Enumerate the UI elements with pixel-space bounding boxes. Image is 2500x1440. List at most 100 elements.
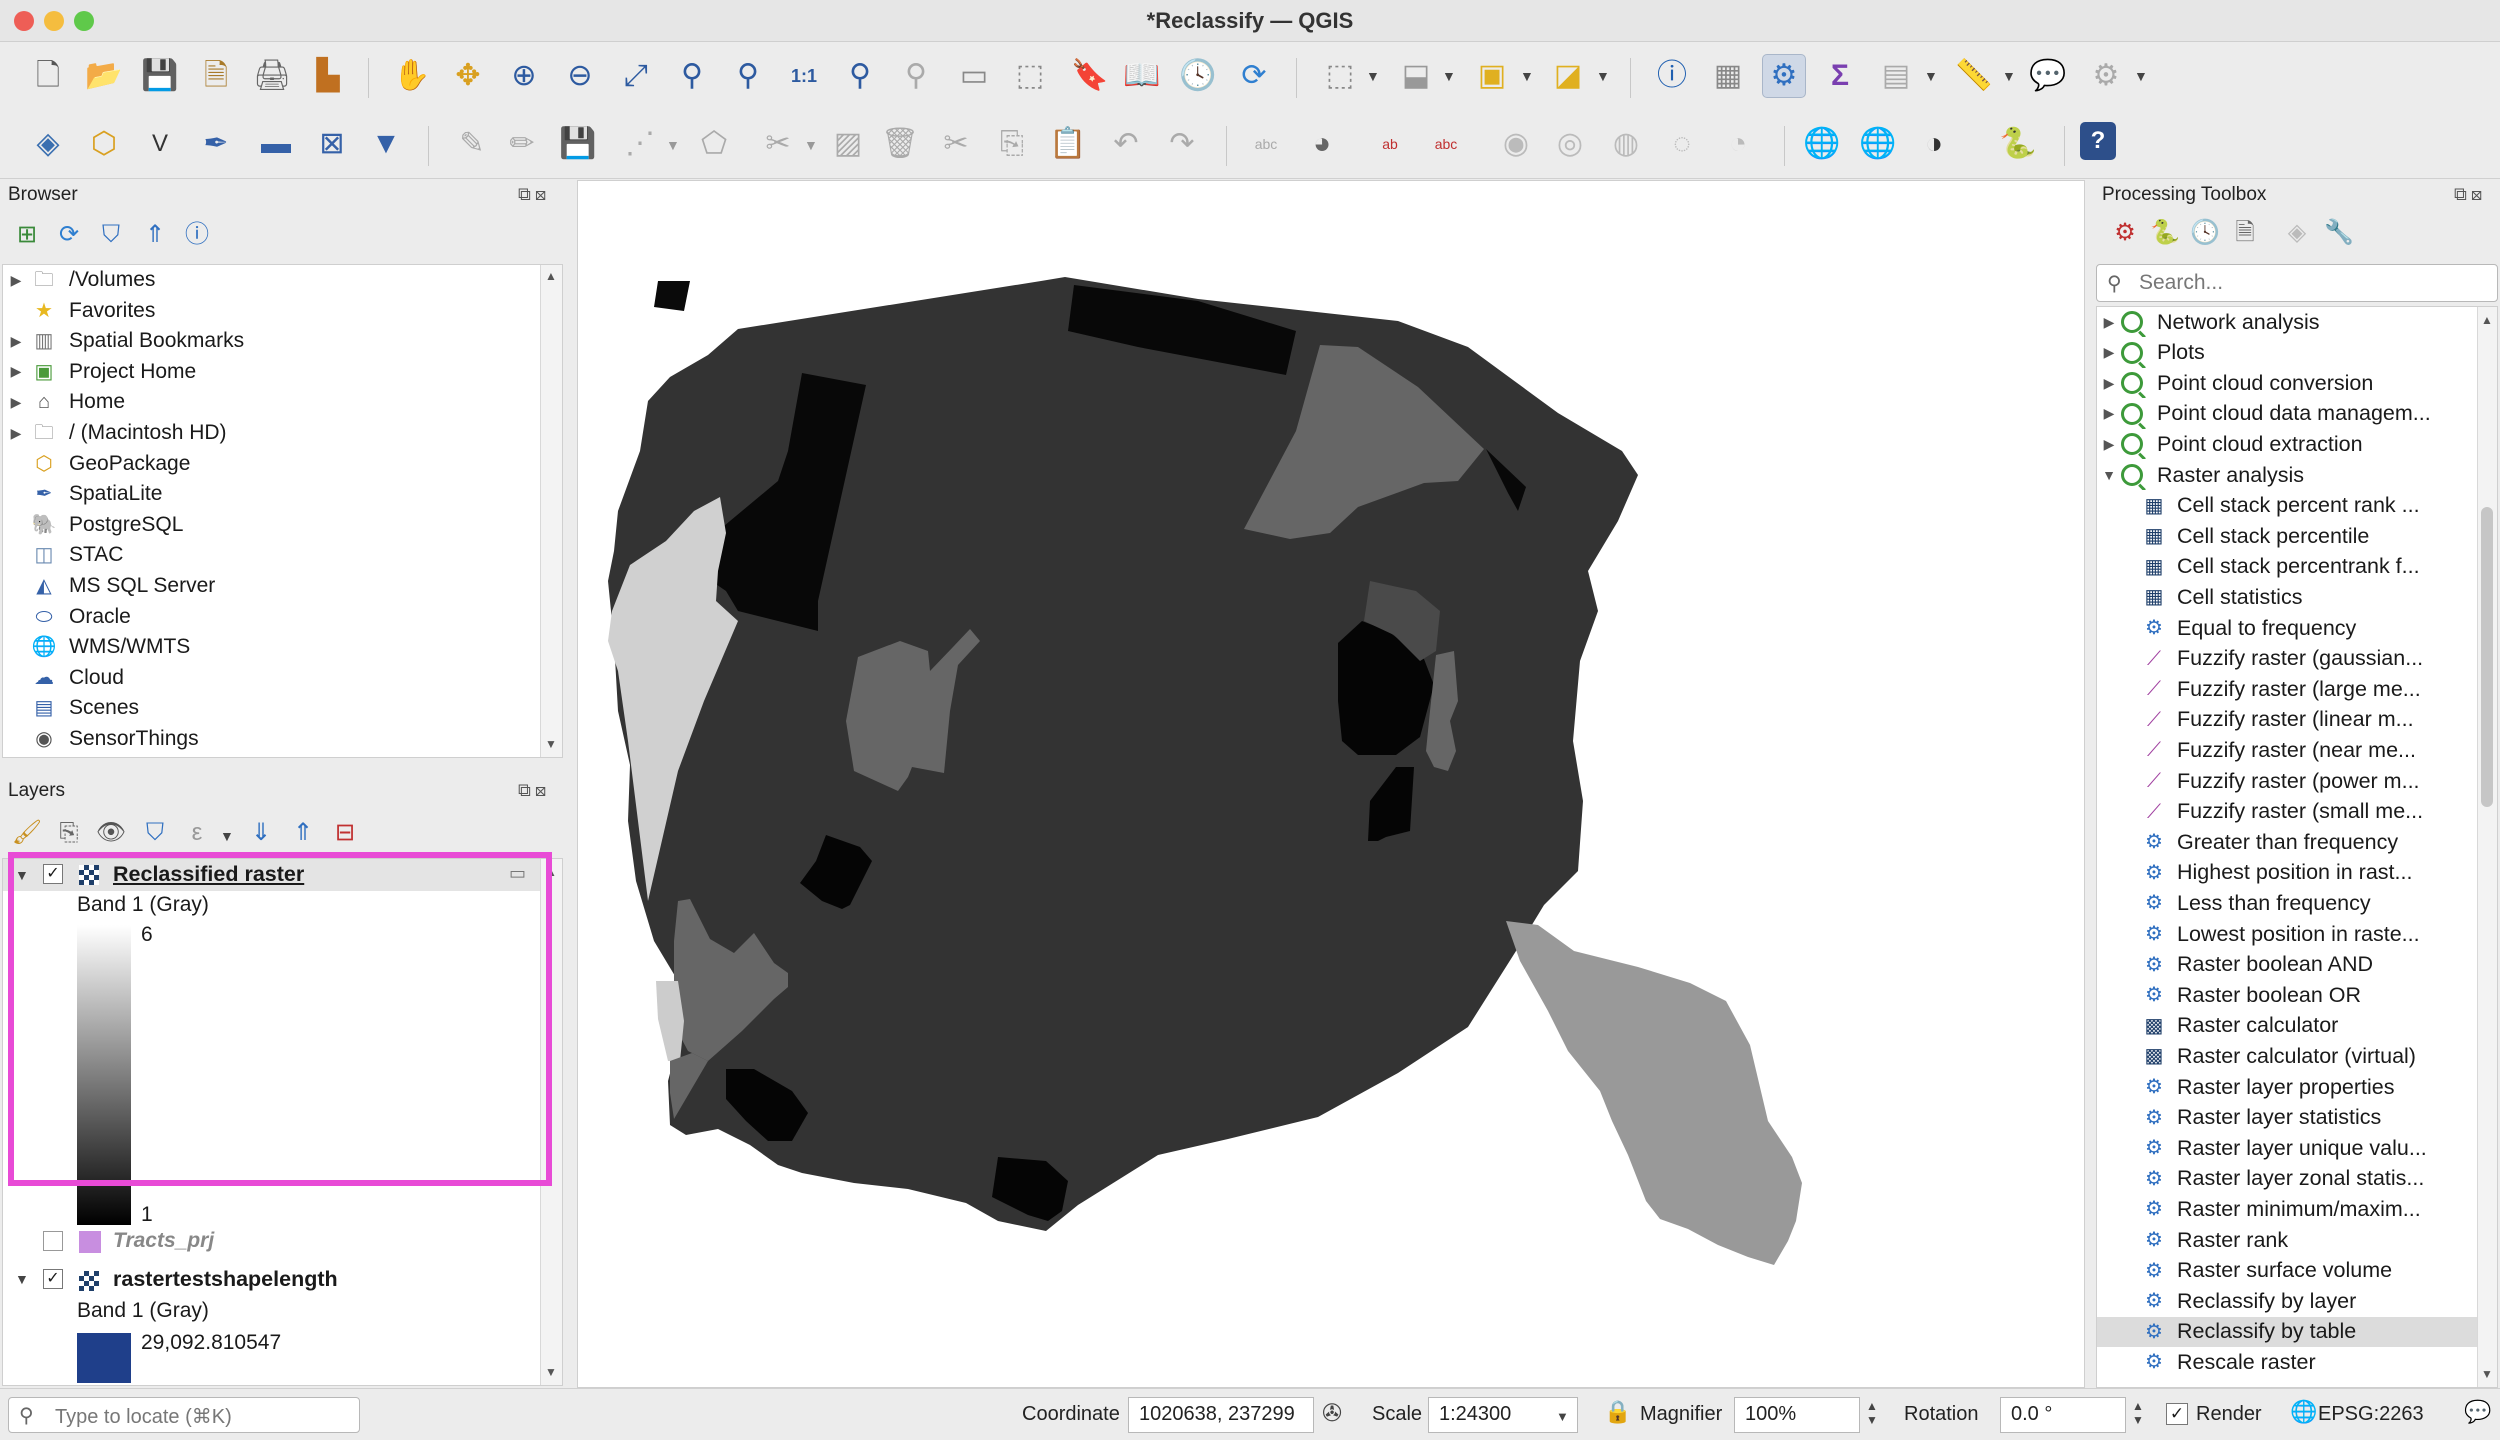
scroll-up-icon[interactable]: ▲ <box>2481 313 2493 327</box>
add-wms-icon[interactable]: 🌐 <box>1800 122 1844 166</box>
chevron-down-icon[interactable]: ▼ <box>1366 68 1380 84</box>
pan-to-selection-icon[interactable]: ✥ <box>446 54 490 98</box>
filter-icon[interactable]: ⛉ <box>96 220 126 250</box>
chevron-down-icon[interactable]: ▼ <box>1442 68 1456 84</box>
browser-item-spatial-bookmarks[interactable]: ▶ ▥ Spatial Bookmarks <box>3 326 538 356</box>
browser-item-mssql[interactable]: ◭ MS SQL Server <box>3 571 538 601</box>
add-vector-icon[interactable]: ▼ <box>364 122 408 166</box>
identify-icon[interactable]: ⓘ <box>1650 54 1694 98</box>
new-spatialite-icon[interactable]: ✒ <box>194 122 238 166</box>
move-label-icon[interactable]: ◍ <box>1604 122 1648 166</box>
collapse-all-icon[interactable]: ⇑ <box>288 818 318 848</box>
delete-icon[interactable]: 🗑 <box>878 122 922 166</box>
change-label-icon[interactable]: ◔ <box>1716 122 1760 166</box>
open-project-icon[interactable]: 📂 <box>82 54 126 98</box>
algorithm-item[interactable]: ▦ Cell stack percent rank ... <box>2097 491 2477 521</box>
add-group-icon[interactable]: ⎘ <box>54 818 84 848</box>
chevron-down-icon[interactable]: ▼ <box>1596 68 1610 84</box>
save-project-icon[interactable]: 💾 <box>138 54 182 98</box>
deselect-icon[interactable]: ⬓ <box>1394 54 1438 98</box>
models-icon[interactable]: ⚙ <box>2110 218 2140 248</box>
chevron-down-icon[interactable]: ▼ <box>2002 68 2016 84</box>
filter-legend-icon[interactable]: ⛉ <box>140 818 170 848</box>
algorithm-item[interactable]: ⟋ Fuzzify raster (small me... <box>2097 797 2477 827</box>
layer-visibility-checkbox[interactable]: ✓ <box>43 1269 63 1289</box>
style-manager-icon[interactable]: ▙ <box>306 54 350 98</box>
algorithm-item[interactable]: ⚙ Raster layer statistics <box>2097 1103 2477 1133</box>
algorithm-item[interactable]: ▩ Raster calculator <box>2097 1011 2477 1041</box>
crs-globe-icon[interactable]: 🌐 <box>2290 1399 2317 1425</box>
measure-icon[interactable]: 📏 <box>1952 54 1996 98</box>
algorithm-item[interactable]: ▩ Raster calculator (virtual) <box>2097 1041 2477 1071</box>
print-layout-icon[interactable]: 🖨 <box>250 54 294 98</box>
new-temp-layer-icon[interactable]: ▬ <box>254 122 298 166</box>
crs-label[interactable]: EPSG:2263 <box>2318 1403 2424 1426</box>
statistics-icon[interactable]: Σ <box>1818 54 1862 98</box>
chevron-right-icon[interactable]: ▶ <box>3 425 29 442</box>
collapse-all-icon[interactable]: ⇑ <box>140 220 170 250</box>
help-icon[interactable]: ? <box>2080 122 2116 160</box>
new-bookmark-icon[interactable]: 🔖 <box>1068 54 1112 98</box>
zoom-to-layer-icon[interactable]: ⚲ <box>726 54 770 98</box>
algorithm-item[interactable]: ⚙ Less than frequency <box>2097 888 2477 918</box>
scroll-thumb[interactable] <box>2481 507 2493 807</box>
chevron-down-icon[interactable]: ▼ <box>804 137 818 153</box>
new-3d-view-icon[interactable]: ⬚ <box>1008 54 1052 98</box>
layer-visibility-checkbox[interactable] <box>43 1231 63 1251</box>
toggle-editing-icon[interactable]: ✏ <box>500 122 544 166</box>
redo-icon[interactable]: ↷ <box>1160 122 1204 166</box>
label-toolbar-icon[interactable]: ab <box>1368 122 1412 166</box>
label-highlight-icon[interactable]: abc <box>1424 122 1468 166</box>
zoom-full-icon[interactable]: ⤢ <box>614 54 658 98</box>
results-icon[interactable]: 🗎 <box>2230 218 2260 248</box>
edit-attr-icon[interactable]: ▨ <box>826 122 870 166</box>
history-icon[interactable]: 🕓 <box>2190 218 2220 248</box>
zoom-out-icon[interactable]: ⊖ <box>558 54 602 98</box>
toggle-extents-icon[interactable]: ✇ <box>1322 1399 1342 1428</box>
algorithm-item[interactable]: ⚙ Reclassify by table <box>2097 1316 2477 1347</box>
python-icon[interactable]: 🐍 <box>1996 122 2040 166</box>
deselect-all-icon[interactable]: ◪ <box>1546 54 1590 98</box>
save-edits-icon[interactable]: 💾 <box>556 122 600 166</box>
chevron-right-icon[interactable]: ▶ <box>3 333 29 350</box>
copy-icon[interactable]: ⎘ <box>990 122 1034 166</box>
map-canvas[interactable] <box>577 180 2085 1388</box>
algorithm-item[interactable]: ⚙ Reclassify by layer <box>2097 1286 2477 1316</box>
browser-item-wms[interactable]: 🌐 WMS/WMTS <box>3 632 538 662</box>
chevron-down-icon[interactable]: ▼ <box>2097 467 2121 483</box>
algorithm-item[interactable]: ⟋ Fuzzify raster (large me... <box>2097 674 2477 704</box>
info-icon[interactable]: ⓘ <box>182 220 212 250</box>
locator-input[interactable]: ⚲ Type to locate (⌘K) <box>8 1397 360 1433</box>
algorithm-item[interactable]: ▦ Cell statistics <box>2097 582 2477 612</box>
algorithm-item[interactable]: ⟋ Fuzzify raster (linear m... <box>2097 705 2477 735</box>
browser-item-geopackage[interactable]: ⬡ GeoPackage <box>3 449 538 479</box>
scroll-down-icon[interactable]: ▼ <box>545 1365 557 1379</box>
chevron-right-icon[interactable]: ▶ <box>2097 344 2121 361</box>
toolbox-search-box[interactable]: ⚲ Search... <box>2096 264 2498 302</box>
browser-item-home[interactable]: ▶ ⌂ Home <box>3 387 538 417</box>
chevron-down-icon[interactable]: ▼ <box>2134 68 2148 84</box>
algorithm-item[interactable]: ⚙ Equal to frequency <box>2097 613 2477 643</box>
chevron-right-icon[interactable]: ▶ <box>3 394 29 411</box>
chevron-down-icon[interactable]: ▼ <box>1556 1409 1569 1424</box>
browser-item-favorites[interactable]: ★ Favorites <box>3 296 538 326</box>
style-layer-icon[interactable]: 🖌 <box>12 818 42 848</box>
refresh-icon[interactable]: ⟳ <box>1232 54 1276 98</box>
layer-name[interactable]: Tracts_prj <box>113 1229 214 1253</box>
browser-item-scenes[interactable]: ▤ Scenes <box>3 693 538 723</box>
toolbox-group[interactable]: ▼ Raster analysis <box>2097 460 2304 490</box>
spinner-icon[interactable]: ▲ ▼ <box>2132 1399 2144 1427</box>
select-features-icon[interactable]: ⬚ <box>1318 54 1362 98</box>
lock-icon[interactable]: 🔒 <box>1604 1399 1631 1425</box>
zoom-in-icon[interactable]: ⊕ <box>502 54 546 98</box>
panel-float-close-icon[interactable]: ⧉⊠ <box>2454 184 2486 205</box>
algorithm-item[interactable]: ⚙ Raster surface volume <box>2097 1256 2477 1286</box>
new-map-view-icon[interactable]: ▭ <box>952 54 996 98</box>
chevron-right-icon[interactable]: ▶ <box>3 363 29 380</box>
algorithm-item[interactable]: ⚙ Raster layer zonal statis... <box>2097 1164 2477 1194</box>
chevron-right-icon[interactable]: ▶ <box>2097 405 2121 422</box>
toolbox-group[interactable]: ▶ Point cloud extraction <box>2097 429 2363 459</box>
chevron-down-icon[interactable]: ▼ <box>15 1271 29 1287</box>
chevron-down-icon[interactable]: ▼ <box>1520 68 1534 84</box>
scroll-down-icon[interactable]: ▼ <box>2481 1367 2493 1381</box>
